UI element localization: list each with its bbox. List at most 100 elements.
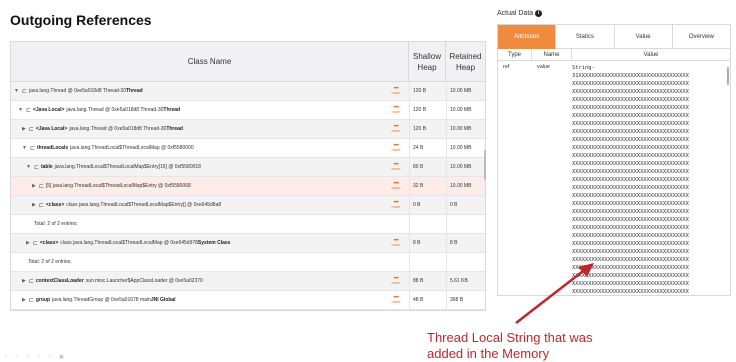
table-row[interactable]: ▶ ⊏ group java.lang.ThreadGroup @ 0xe5a016… xyxy=(11,291,485,310)
expand-icon[interactable]: ▶ xyxy=(32,183,36,189)
object-icon: ⊏ xyxy=(25,107,31,114)
collapse-icon[interactable]: ▼ xyxy=(18,107,23,113)
table-row[interactable]: ▶ ⊏ contextClassLoader sun.misc.Launcher$A… xyxy=(11,272,485,291)
actual-data-panel: Attributes Statics Value Overview Type Name… xyxy=(497,24,731,296)
column-name[interactable]: Name xyxy=(532,49,572,60)
more-button[interactable]: ••• more xyxy=(389,105,403,114)
expand-icon[interactable]: ▶ xyxy=(26,240,30,246)
column-value[interactable]: Value xyxy=(572,49,730,60)
more-label: more xyxy=(391,185,401,190)
attribute-row[interactable]: ref value String- 31XXXXXXXXXXXXXXXXXXXXX… xyxy=(498,61,730,295)
value-line: XXXXXXXXXXXXXXXXXXXXXXXXXXXXXXXXXXXX xyxy=(572,241,689,247)
table-scrollbar[interactable] xyxy=(484,150,486,180)
column-class-name[interactable]: Class Name xyxy=(11,42,409,81)
total-label: Total: 2 of 2 entries; xyxy=(34,221,78,227)
toolbar-icon[interactable]: ▣ xyxy=(59,354,64,360)
retained-heap-cell: 10.00 MB xyxy=(446,101,485,119)
object-label: sun.misc.Launcher$AppClassLoader @ 0xe5a… xyxy=(85,278,203,284)
value-line: 31XXXXXXXXXXXXXXXXXXXXXXXXXXXXXXXXXX xyxy=(572,73,689,79)
actual-data-title: Actual Data xyxy=(497,10,534,17)
tab-statics[interactable]: Statics xyxy=(556,25,615,49)
expand-icon[interactable]: ▶ xyxy=(32,202,36,208)
table-row[interactable]: ▶ ⊏ <Java Local> java.lang.Thread @ 0xe5a0… xyxy=(11,120,485,139)
tab-value[interactable]: Value xyxy=(614,25,673,49)
object-icon: ⊏ xyxy=(28,297,34,304)
more-button[interactable]: ••• more xyxy=(389,124,403,133)
table-row[interactable]: ▼ ⊏ <Java Local> java.lang.Thread @ 0xe5a0… xyxy=(11,101,485,120)
field-name: <class> xyxy=(39,240,59,246)
outgoing-references-table: Class Name Shallow Heap Retained Heap ▼ ⊏ ja… xyxy=(10,41,486,311)
row-name-cell: ▶ ⊏ <class> class java.lang.ThreadLocal$Th… xyxy=(11,240,389,247)
object-label: [5] java.lang.ThreadLocal$ThreadLocalMap… xyxy=(45,183,191,189)
more-button[interactable]: ••• more xyxy=(389,143,403,152)
retained-heap-cell: 304 B xyxy=(446,310,485,311)
value-line: XXXXXXXXXXXXXXXXXXXXXXXXXXXXXXXXXXXX xyxy=(572,81,689,87)
toolbar-icon[interactable]: ○ xyxy=(15,354,18,360)
expand-icon[interactable]: ▶ xyxy=(22,126,26,132)
table-row[interactable]: ▶⊏<class> class java.lang.Thread @ 0xe64… xyxy=(11,310,485,311)
tab-attributes[interactable]: Attributes xyxy=(498,25,557,49)
table-row[interactable]: ▼ ⊏ table java.lang.ThreadLocal$ThreadLoca… xyxy=(11,158,485,177)
attributes-scrollbar[interactable] xyxy=(727,67,729,85)
shallow-heap-cell: 8 B xyxy=(409,234,446,252)
value-line: XXXXXXXXXXXXXXXXXXXXXXXXXXXXXXXXXXXX xyxy=(572,201,689,207)
table-row[interactable]: ▼ ⊏ java.lang.Thread @ 0xe5a018d8 Thread-3… xyxy=(11,82,485,101)
more-button[interactable]: ••• more xyxy=(389,276,403,285)
collapse-icon[interactable]: ▼ xyxy=(22,145,27,151)
column-type[interactable]: Type xyxy=(498,49,532,60)
row-name-cell: ▼ ⊏ table java.lang.ThreadLocal$ThreadLoca… xyxy=(11,164,389,171)
more-button[interactable]: ••• more xyxy=(389,86,403,95)
toolbar-icon[interactable]: ○ xyxy=(26,354,29,360)
table-row[interactable]: ▶ ⊏ <class> class java.lang.ThreadLocal$Th… xyxy=(11,234,485,253)
annotation-text: Thread Local String that was added in th… xyxy=(427,330,592,362)
row-name-cell: ▼ ⊏ <Java Local> java.lang.Thread @ 0xe5a0… xyxy=(11,107,389,114)
more-button[interactable]: ••• more xyxy=(389,181,403,190)
row-name-cell: ▼ ⊏ threadLocals java.lang.ThreadLocal$Thr… xyxy=(11,145,389,152)
column-retained-heap[interactable]: Retained Heap xyxy=(446,42,485,81)
toolbar-icon[interactable]: ○ xyxy=(37,354,40,360)
more-label: more xyxy=(391,242,401,247)
object-label: java.lang.ThreadLocal$ThreadLocalMap$Ent… xyxy=(54,164,201,170)
tab-overview[interactable]: Overview xyxy=(672,25,730,49)
value-line: String- xyxy=(572,65,595,71)
object-label: java.lang.Thread @ 0xe5a018d8 Thread-30 xyxy=(28,88,126,94)
object-tag: System Class xyxy=(197,240,231,246)
attribute-value: String- 31XXXXXXXXXXXXXXXXXXXXXXXXXXXXXXX… xyxy=(572,64,730,295)
retained-heap-cell: 8 B xyxy=(446,234,485,252)
collapse-icon[interactable]: ▼ xyxy=(26,164,31,170)
total-row[interactable]: Total: 2 of 2 entries; xyxy=(11,253,485,272)
shallow-heap-cell xyxy=(409,253,446,271)
more-label: more xyxy=(391,299,401,304)
field-name: threadLocals xyxy=(36,145,69,151)
object-label: class java.lang.ThreadLocal$ThreadLocalM… xyxy=(66,202,222,208)
more-button[interactable]: ••• more xyxy=(389,238,403,247)
value-line: XXXXXXXXXXXXXXXXXXXXXXXXXXXXXXXXXXXX xyxy=(572,281,689,287)
shallow-heap-cell: 80 B xyxy=(409,158,446,176)
retained-heap-cell: 0 B xyxy=(446,196,485,214)
shallow-heap-cell: 32 B xyxy=(409,177,446,195)
table-row[interactable]: ▶ ⊏ <class> class java.lang.ThreadLocal$Th… xyxy=(11,196,485,215)
table-row[interactable]: ▶ ⊏ [5] java.lang.ThreadLocal$ThreadLocalM… xyxy=(11,177,485,196)
shallow-heap-cell: 48 B xyxy=(409,291,446,309)
value-line: XXXXXXXXXXXXXXXXXXXXXXXXXXXXXXXXXXXX xyxy=(572,193,689,199)
toolbar-icon[interactable]: ○ xyxy=(48,354,51,360)
shallow-heap-cell: 88 B xyxy=(409,272,446,290)
more-button[interactable]: ••• more xyxy=(389,200,403,209)
column-shallow-heap[interactable]: Shallow Heap xyxy=(409,42,446,81)
total-row[interactable]: Total: 2 of 2 entries; xyxy=(11,215,485,234)
table-row[interactable]: ▼ ⊏ threadLocals java.lang.ThreadLocal$Thr… xyxy=(11,139,485,158)
shallow-heap-cell: 120 B xyxy=(409,120,446,138)
info-icon[interactable]: i xyxy=(535,10,543,17)
toolbar-icon[interactable]: ○ xyxy=(4,354,7,360)
more-button[interactable]: ••• more xyxy=(389,295,403,304)
expand-icon[interactable]: ▶ xyxy=(22,297,26,303)
retained-heap-cell: 10.00 MB xyxy=(446,158,485,176)
more-label: more xyxy=(391,280,401,285)
field-name: group xyxy=(35,297,51,303)
expand-icon[interactable]: ▶ xyxy=(22,278,26,284)
table-header: Class Name Shallow Heap Retained Heap xyxy=(11,42,485,82)
value-line: XXXXXXXXXXXXXXXXXXXXXXXXXXXXXXXXXXXX xyxy=(572,161,689,167)
value-line: XXXXXXXXXXXXXXXXXXXXXXXXXXXXXXXXXXXX xyxy=(572,105,689,111)
collapse-icon[interactable]: ▼ xyxy=(14,88,19,94)
more-button[interactable]: ••• more xyxy=(389,162,403,171)
